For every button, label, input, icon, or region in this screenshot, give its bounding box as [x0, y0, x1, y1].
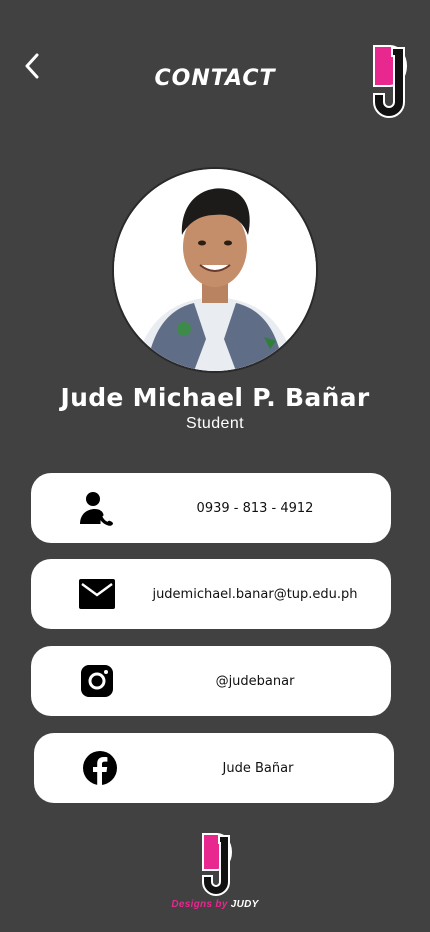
email-card[interactable]: judemichael.banar@tup.edu.ph [31, 559, 391, 629]
facebook-card[interactable]: Jude Bañar [34, 733, 394, 803]
profile-name: Jude Michael P. Bañar [60, 383, 370, 412]
credit-prefix: Designs by [171, 899, 228, 910]
footer-logo [199, 832, 233, 898]
footer-credit: Designs by JUDY [0, 899, 430, 910]
mail-icon [79, 576, 115, 612]
email-address: judemichael.banar@tup.edu.ph [152, 586, 358, 602]
instagram-handle: @judebanar [215, 673, 295, 689]
profile-photo [112, 167, 318, 373]
phone-number: 0939 - 813 - 4912 [196, 500, 314, 516]
profile-role: Student [186, 415, 244, 432]
page-title: CONTACT [154, 66, 276, 91]
credit-name: JUDY [230, 899, 259, 910]
phone-card[interactable]: 0939 - 813 - 4912 [31, 473, 391, 543]
facebook-name: Jude Bañar [222, 760, 294, 776]
brand-logo [370, 44, 408, 120]
facebook-icon [82, 750, 118, 786]
instagram-icon [79, 663, 115, 699]
phone-person-icon [79, 490, 115, 526]
instagram-card[interactable]: @judebanar [31, 646, 391, 716]
